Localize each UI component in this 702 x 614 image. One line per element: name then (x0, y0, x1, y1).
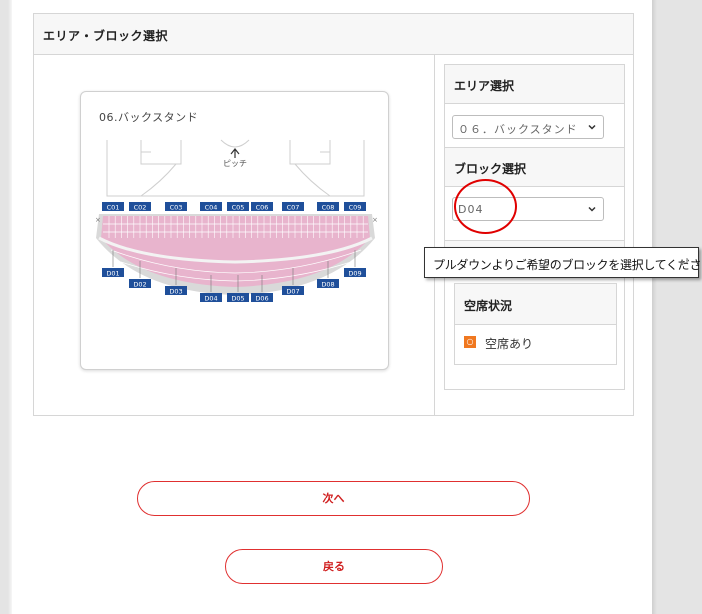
panel-header: エリア・ブロック選択 (34, 14, 633, 55)
svg-text:D01: D01 (106, 270, 119, 278)
back-button[interactable]: 戻る (225, 549, 443, 584)
svg-text:D07: D07 (286, 288, 299, 296)
seat-status-heading: 空席状況 (464, 299, 513, 313)
pitch-arrow-icon (230, 148, 240, 158)
svg-text:C02: C02 (134, 204, 147, 212)
svg-text:C07: C07 (287, 204, 300, 212)
pitch-label: ピッチ (223, 159, 247, 168)
block-badge-c03[interactable]: C03 (165, 202, 187, 212)
svg-text:D02: D02 (133, 281, 146, 289)
block-badge-c02[interactable]: C02 (129, 202, 151, 212)
block-badge-c07[interactable]: C07 (282, 202, 304, 212)
block-badge-c04[interactable]: C04 (200, 202, 222, 212)
x-marker-icon: × (95, 216, 101, 224)
svg-text:C08: C08 (322, 204, 335, 212)
svg-text:C04: C04 (205, 204, 218, 212)
area-select-value: ０６．バックスタンド (458, 123, 578, 136)
area-select-heading: エリア選択 (454, 79, 515, 93)
seat-status-box: 空席状況 ○ 空席あり (454, 283, 617, 365)
return-arrow-icon (680, 258, 688, 266)
block-badge-c05[interactable]: C05 (227, 202, 249, 212)
chevron-down-icon (588, 206, 596, 212)
svg-text:D08: D08 (321, 281, 334, 289)
area-block-panel: エリア・ブロック選択 06.バックスタンド ピッチ × × C01 C02 C0… (33, 13, 634, 416)
seat-map-graphic: ピッチ × × C01 C02 C03 C04 C05 C06 C07 C08 C09 D01 D… (95, 139, 378, 303)
block-select-heading: ブロック選択 (454, 162, 527, 176)
svg-text:C03: C03 (170, 204, 183, 212)
svg-text:D04: D04 (204, 295, 217, 303)
available-legend-label: 空席あり (485, 337, 534, 351)
stadium-map: 06.バックスタンド ピッチ × × C01 C02 C03 C04 C05 C… (80, 91, 389, 370)
svg-text:C01: C01 (107, 204, 120, 212)
pitch-lines (106, 139, 365, 197)
panel-title: エリア・ブロック選択 (43, 29, 169, 43)
svg-text:D09: D09 (348, 270, 361, 278)
svg-text:D03: D03 (169, 288, 182, 296)
seat-status-header: 空席状況 (455, 284, 616, 325)
window-edge-right (652, 0, 702, 614)
svg-text:C05: C05 (232, 204, 245, 212)
svg-text:D06: D06 (255, 295, 268, 303)
window-edge-left (0, 0, 12, 614)
column-divider (434, 55, 435, 416)
available-icon: ○ (464, 336, 476, 348)
instruction-text: プルダウンよりご希望のブロックを選択してください (433, 258, 702, 272)
next-button[interactable]: 次へ (137, 481, 530, 516)
svg-text:C09: C09 (349, 204, 362, 212)
instruction-callout: プルダウンよりご希望のブロックを選択してください (424, 247, 702, 278)
block-badge-c09[interactable]: C09 (344, 202, 366, 212)
area-select-dropdown[interactable]: ０６．バックスタンド (452, 115, 604, 139)
block-badge-c01[interactable]: C01 (102, 202, 124, 212)
highlight-circle (454, 179, 517, 234)
block-badge-c06[interactable]: C06 (251, 202, 273, 212)
chevron-down-icon (588, 124, 596, 130)
svg-text:C06: C06 (256, 204, 269, 212)
svg-text:D05: D05 (231, 295, 244, 303)
area-select-header: エリア選択 (445, 64, 624, 104)
x-marker-icon: × (372, 216, 378, 224)
block-badge-c08[interactable]: C08 (317, 202, 339, 212)
